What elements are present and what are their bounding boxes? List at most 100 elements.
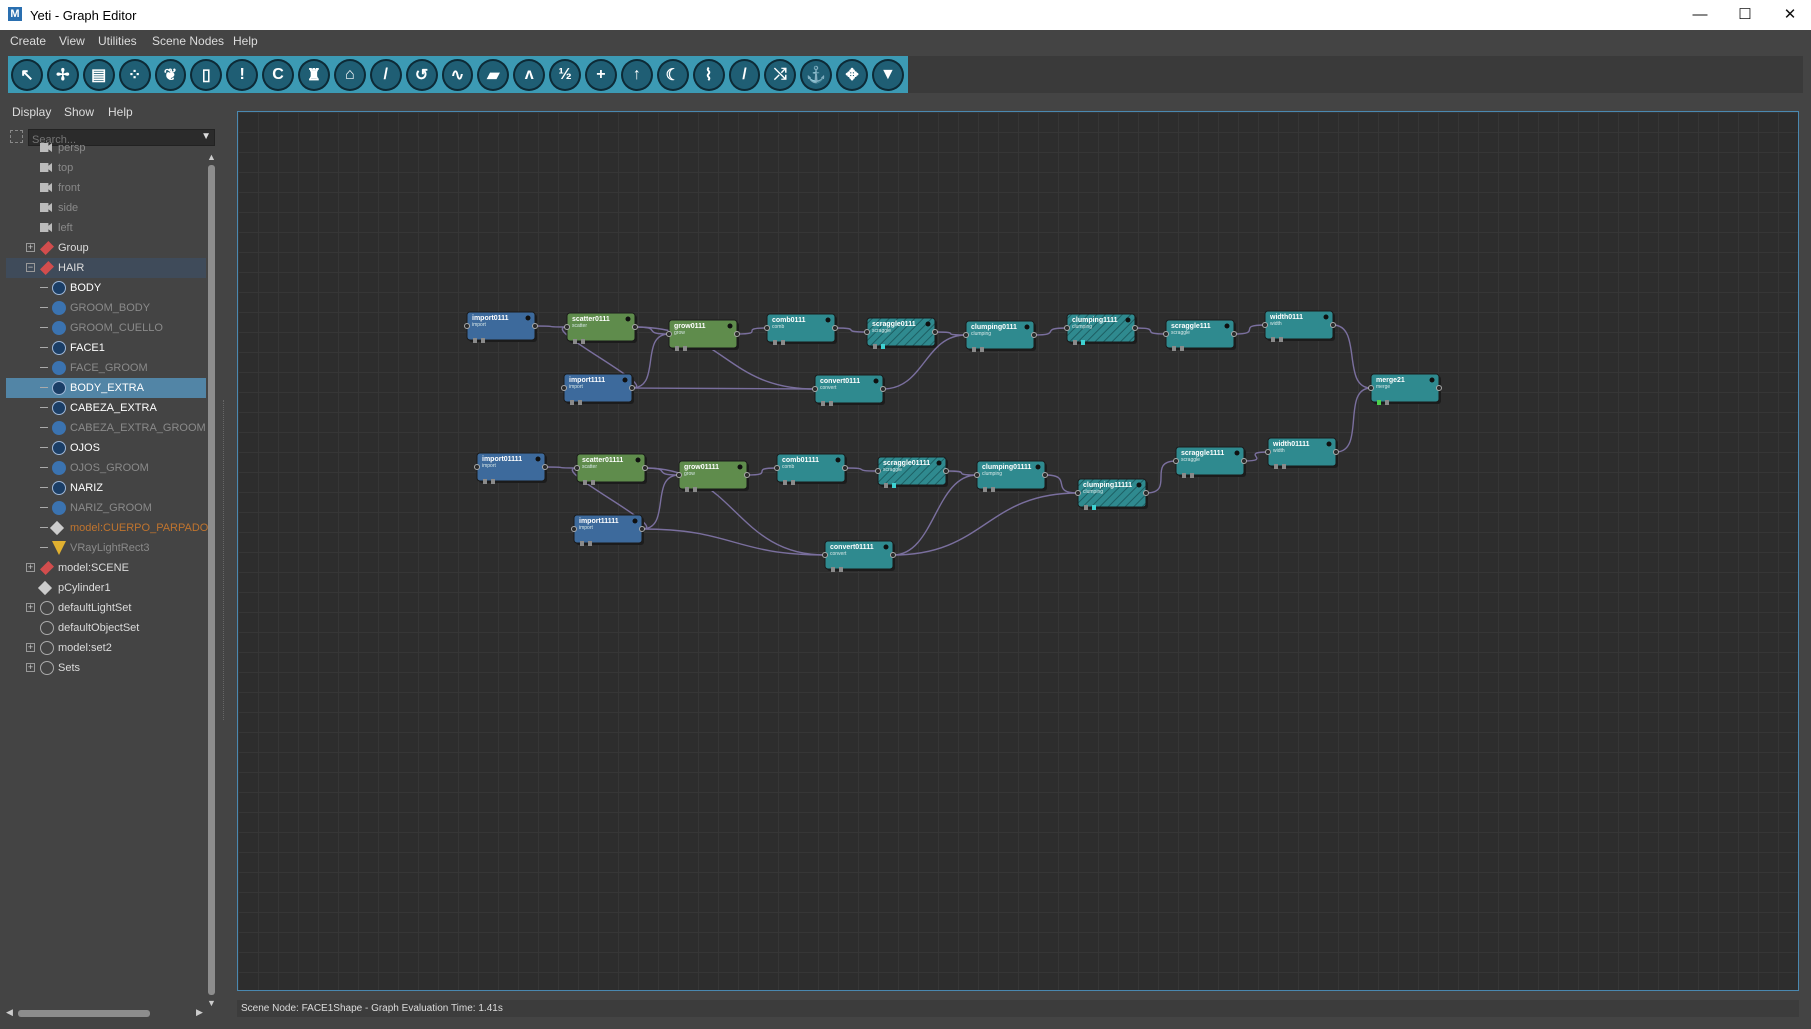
split-tool-button[interactable]: ½ (549, 58, 581, 91)
expand-icon[interactable]: + (26, 663, 35, 672)
outliner-item-face1[interactable]: FACE1 (6, 338, 206, 358)
connection-wire[interactable] (544, 466, 578, 469)
input-port[interactable] (564, 324, 570, 330)
graph-node-convert0111[interactable]: convert0111convert (812, 374, 886, 406)
connection-wire[interactable] (1134, 327, 1167, 335)
outliner-item-cabeza-extra[interactable]: CABEZA_EXTRA (6, 398, 206, 418)
graph-node-scatter01111[interactable]: scatter01111scatter (574, 453, 648, 485)
connection-wire[interactable] (746, 467, 778, 476)
outliner-item-nariz-groom[interactable]: NARIZ_GROOM (6, 498, 206, 518)
outliner-menu-display[interactable]: Display (12, 105, 51, 119)
connection-wire[interactable] (1044, 474, 1079, 494)
outliner-item-top[interactable]: top (6, 158, 206, 178)
input-port[interactable] (822, 552, 828, 558)
connection-wire[interactable] (1335, 387, 1372, 453)
graph-node-merge21[interactable]: merge21merge (1368, 373, 1442, 405)
node-toggle[interactable] (491, 479, 495, 484)
node-toggle[interactable] (1279, 337, 1283, 342)
input-port[interactable] (1262, 322, 1268, 328)
node-toggle[interactable] (1385, 400, 1389, 405)
outliner-menu-help[interactable]: Help (108, 105, 133, 119)
outliner-item-groom-cuello[interactable]: GROOM_CUELLO (6, 318, 206, 338)
graph-node-convert01111[interactable]: convert01111convert (822, 540, 896, 572)
graph-node-width0111[interactable]: width0111width (1262, 310, 1336, 342)
outliner-item-defaultlightset[interactable]: + defaultLightSet (6, 598, 206, 618)
node-toggle[interactable] (773, 340, 777, 345)
scrollbar-thumb[interactable] (208, 165, 215, 995)
outliner-item-ojos[interactable]: OJOS (6, 438, 206, 458)
moon-tool-button[interactable]: ☾ (656, 58, 689, 91)
output-port[interactable] (880, 386, 886, 392)
input-port[interactable] (812, 386, 818, 392)
graph-node-scraggle01111[interactable]: scraggle01111scraggle (875, 456, 949, 488)
input-port[interactable] (574, 465, 580, 471)
graph-node-import11111[interactable]: import11111import (571, 514, 645, 546)
output-port[interactable] (744, 472, 750, 478)
graph-node-grow01111[interactable]: grow01111grow (676, 460, 750, 492)
outliner-item-persp[interactable]: persp (6, 138, 206, 158)
input-port[interactable] (1163, 331, 1169, 337)
input-port[interactable] (963, 332, 969, 338)
input-port[interactable] (974, 472, 980, 478)
graph-node-import1111[interactable]: import1111import (561, 373, 635, 405)
connection-wire[interactable] (844, 467, 879, 472)
outliner-item-sets[interactable]: + Sets (6, 658, 206, 678)
output-port[interactable] (1436, 385, 1442, 391)
connection-wire[interactable] (1145, 460, 1177, 494)
node-toggle[interactable] (675, 346, 679, 351)
node-graph[interactable]: import0111importscatter0111scatter grow01… (238, 112, 1799, 991)
panel-splitter[interactable] (223, 400, 226, 720)
arrow-up-tool-button[interactable]: ↑ (620, 58, 653, 91)
connection-wire[interactable] (1332, 324, 1372, 389)
node-toggle[interactable] (591, 480, 595, 485)
outliner-horizontal-scrollbar[interactable]: ◀ ▶ (0, 1007, 210, 1019)
transform-tool-button[interactable]: ✢ (46, 58, 79, 91)
output-port[interactable] (832, 325, 838, 331)
input-port[interactable] (875, 468, 881, 474)
expand-icon[interactable]: + (26, 603, 35, 612)
cross-tool-button[interactable]: + (585, 58, 617, 91)
node-toggle[interactable] (481, 338, 485, 343)
connection-wire[interactable] (892, 492, 1079, 556)
outliner-item-model-cuerpo-parpado[interactable]: model:CUERPO_PARPADO (6, 518, 208, 538)
graph-node-scraggle1111[interactable]: scraggle1111scraggle (1173, 446, 1247, 478)
graph-node-clumping11111[interactable]: clumping11111clumping (1075, 478, 1149, 510)
connection-wire[interactable] (641, 528, 826, 556)
input-port[interactable] (864, 329, 870, 335)
output-port[interactable] (932, 329, 938, 335)
node-toggle[interactable] (829, 401, 833, 406)
node-toggle[interactable] (1274, 464, 1278, 469)
output-port[interactable] (1231, 331, 1237, 337)
outliner-item-body-extra[interactable]: BODY_EXTRA (6, 378, 206, 398)
node-toggle[interactable] (583, 480, 587, 485)
graph-node-clumping1111[interactable]: clumping1111clumping (1064, 313, 1138, 345)
outliner-item-front[interactable]: front (6, 178, 206, 198)
node-toggle[interactable] (1172, 346, 1176, 351)
graph-node-clumping01111[interactable]: clumping01111clumping (974, 460, 1048, 492)
expand-icon[interactable]: + (26, 243, 35, 252)
maximize-button[interactable]: ☐ (1730, 4, 1760, 26)
minimize-button[interactable]: — (1685, 4, 1715, 26)
comb-tool-button[interactable]: C (262, 58, 294, 91)
close-button[interactable]: ✕ (1775, 4, 1805, 26)
shuffle-tool-button[interactable]: ⤭ (764, 58, 797, 91)
output-port[interactable] (842, 465, 848, 471)
outliner-item-hair[interactable]: − HAIR (6, 258, 206, 278)
node-toggle[interactable] (693, 487, 697, 492)
peaks-tool-button[interactable]: ʌ (513, 58, 546, 91)
input-port[interactable] (1075, 490, 1081, 496)
curl-tool-button[interactable]: ↺ (405, 58, 438, 91)
node-toggle[interactable] (831, 567, 835, 572)
output-port[interactable] (542, 464, 548, 470)
outliner-item-face-groom[interactable]: FACE_GROOM (6, 358, 206, 378)
menu-view[interactable]: View (59, 34, 85, 48)
node-toggle[interactable] (1377, 400, 1381, 405)
scatter-tool-button[interactable]: ⁘ (118, 58, 151, 91)
node-toggle[interactable] (483, 479, 487, 484)
node-toggle[interactable] (983, 487, 987, 492)
guide-tool-button[interactable]: ♜ (298, 58, 330, 91)
node-toggle[interactable] (821, 401, 825, 406)
graph-node-scraggle111[interactable]: scraggle111scraggle (1163, 319, 1237, 351)
outliner-item-group[interactable]: + Group (6, 238, 206, 258)
graph-node-comb0111[interactable]: comb0111comb (764, 313, 838, 345)
